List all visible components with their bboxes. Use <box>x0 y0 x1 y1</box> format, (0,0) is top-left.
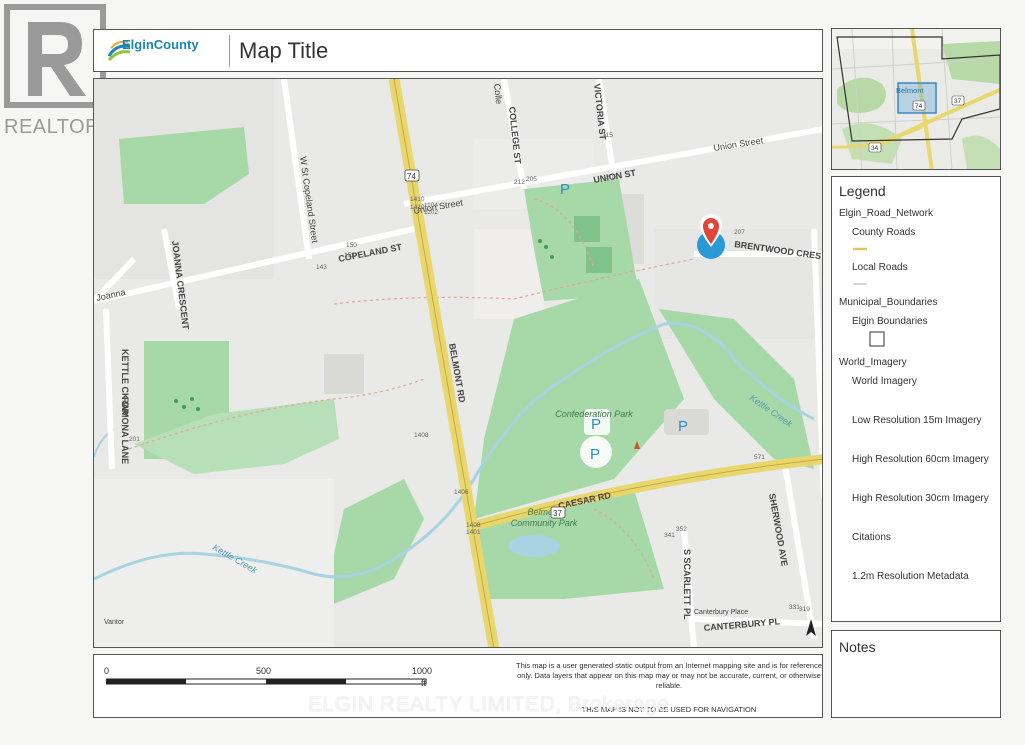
scale-unit: ft <box>421 678 427 688</box>
map-title: Map Title <box>239 38 329 63</box>
belmont-community-park-label: Belmont Community Park <box>511 507 578 528</box>
title-divider <box>229 35 230 67</box>
notes-title: Notes <box>839 639 876 655</box>
legend-low-resolution: Low Resolution 15m Imagery <box>852 415 982 426</box>
scale-bar <box>106 678 427 685</box>
legend-elgin-boundaries: Elgin Boundaries <box>852 316 928 327</box>
legend-metadata: 1.2m Resolution Metadata <box>852 571 969 582</box>
address-number: 1406 <box>454 489 469 496</box>
legend-world-imagery-group: World_Imagery <box>839 357 907 368</box>
inset-canvas: Belmont 74 37 34 <box>832 29 1000 169</box>
svg-text:74: 74 <box>915 103 923 110</box>
svg-text:P: P <box>590 446 600 463</box>
location-pin-icon[interactable] <box>697 214 725 259</box>
legend-title: Legend <box>839 183 886 199</box>
map-page: REALTOR® ElginCounty Map Title <box>0 0 1025 745</box>
svg-text:P: P <box>560 181 570 198</box>
svg-text:Canterbury Place: Canterbury Place <box>694 609 748 616</box>
address-number: 319 <box>799 606 810 613</box>
legend-municipal-boundaries: Municipal_Boundaries <box>839 297 938 308</box>
address-number: 205 <box>526 176 537 183</box>
svg-text:Vantor: Vantor <box>104 619 125 626</box>
notes-panel: Notes <box>831 630 1001 718</box>
scale-label-500: 500 <box>256 666 272 676</box>
boundary-swatch-icon <box>869 331 885 347</box>
address-number: 352 <box>676 526 687 533</box>
address-number: 207 <box>734 229 745 236</box>
legend-high-resolution-30cm: High Resolution 30cm Imagery <box>852 493 989 504</box>
address-number: 1408 <box>466 522 481 529</box>
address-number: 212 <box>514 179 525 186</box>
inset-map: Belmont 74 37 34 <box>831 28 1001 170</box>
address-number: 1401 <box>466 529 481 536</box>
legend-road-network: Elgin_Road_Network <box>839 208 933 219</box>
logo-text: ElginCounty <box>122 37 199 52</box>
confederation-park-label: Confederation Park <box>555 409 633 419</box>
address-number: 153 <box>344 252 355 259</box>
disclaimer-text: This map is a user generated static outp… <box>516 661 822 690</box>
address-number: 1102 <box>424 209 438 216</box>
address-number: 201 <box>129 436 140 443</box>
svg-text:34: 34 <box>871 145 879 152</box>
address-number: 150 <box>346 242 357 249</box>
main-map[interactable]: P P P P Union Street Union Street UNION … <box>93 78 823 648</box>
svg-text:RAMONA LANE: RAMONA LANE <box>120 397 130 464</box>
address-number: 203 <box>606 174 617 181</box>
legend-panel: Legend Elgin_Road_Network County Roads L… <box>831 176 1001 622</box>
local-roads-swatch-icon <box>853 283 867 285</box>
scale-label-1000: 1000 <box>412 666 433 676</box>
svg-text:S SCARLETT PL: S SCARLETT PL <box>682 549 692 620</box>
legend-local-roads: Local Roads <box>852 262 908 273</box>
address-number: 1408 <box>414 432 429 439</box>
legend-citations: Citations <box>852 532 891 543</box>
legend-county-roads: County Roads <box>852 227 916 238</box>
svg-text:Belmont: Belmont <box>896 86 924 95</box>
legend-high-resolution-60cm: High Resolution 60cm Imagery <box>852 454 989 465</box>
address-number: 143 <box>316 264 327 271</box>
county-roads-swatch-icon <box>853 247 867 251</box>
address-number: 341 <box>664 532 675 539</box>
address-number: 1410 <box>410 196 425 203</box>
address-number: 571 <box>754 454 765 461</box>
brokerage-watermark: ELGIN REALTY LIMITED, Brokerage <box>308 693 670 716</box>
legend-world-imagery: World Imagery <box>852 376 917 387</box>
svg-text:P: P <box>678 418 688 435</box>
route-37-shield: 37 <box>550 506 566 519</box>
scale-label-0: 0 <box>104 666 110 676</box>
svg-text:74: 74 <box>407 172 416 181</box>
address-number: 1104 <box>424 202 438 209</box>
title-panel: ElginCounty Map Title <box>93 29 823 72</box>
svg-text:Colle: Colle <box>492 83 504 104</box>
map-canvas[interactable]: P P P P Union Street Union Street UNION … <box>94 79 823 648</box>
address-number: 215 <box>602 132 613 139</box>
address-number: 1410 <box>410 204 425 211</box>
svg-text:37: 37 <box>954 98 962 105</box>
route-74-shield: 74 <box>404 169 420 182</box>
svg-text:37: 37 <box>553 509 562 518</box>
